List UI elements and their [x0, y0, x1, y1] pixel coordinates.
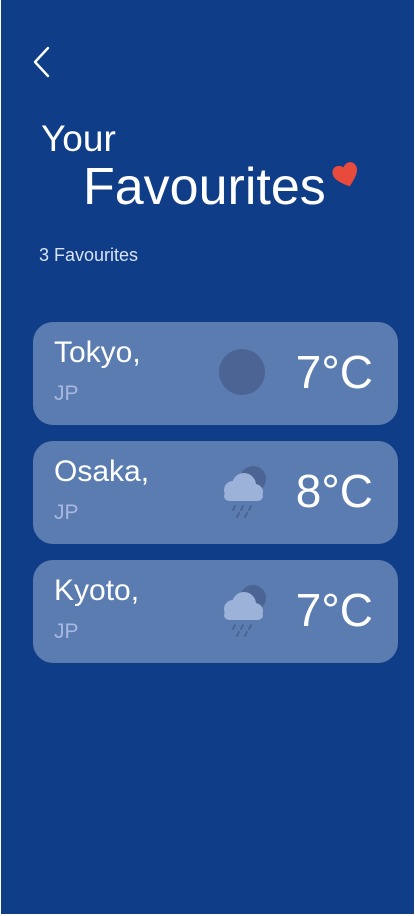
country-code: JP [54, 382, 79, 405]
chevron-left-icon [33, 46, 50, 78]
cloud-rain-moon-icon [224, 466, 266, 518]
temperature: 7°C [295, 346, 373, 398]
cloud-rain-moon-icon [224, 585, 266, 637]
page-title-line-1: Your [41, 118, 116, 159]
temperature: 7°C [295, 584, 373, 636]
favourites-screen: Your Favourites 3 Favourites Tokyo, JP 7… [1, 0, 414, 914]
country-code: JP [54, 620, 79, 643]
city-name: Kyoto, [54, 574, 140, 607]
country-code: JP [54, 501, 79, 524]
moon-icon [219, 349, 265, 395]
city-name: Tokyo, [54, 336, 141, 369]
heart-icon [332, 162, 358, 187]
favourite-card-tokyo[interactable]: Tokyo, JP 7°C [33, 322, 398, 425]
page-title-line-2: Favourites [83, 158, 326, 216]
city-name: Osaka, [54, 455, 150, 488]
temperature: 8°C [295, 465, 373, 517]
back-button[interactable] [29, 42, 59, 82]
favourite-card-kyoto[interactable]: Kyoto, JP 7°C [33, 560, 398, 663]
favourites-count: 3 Favourites [39, 245, 139, 265]
favourite-card-osaka[interactable]: Osaka, JP 8°C [33, 441, 398, 544]
